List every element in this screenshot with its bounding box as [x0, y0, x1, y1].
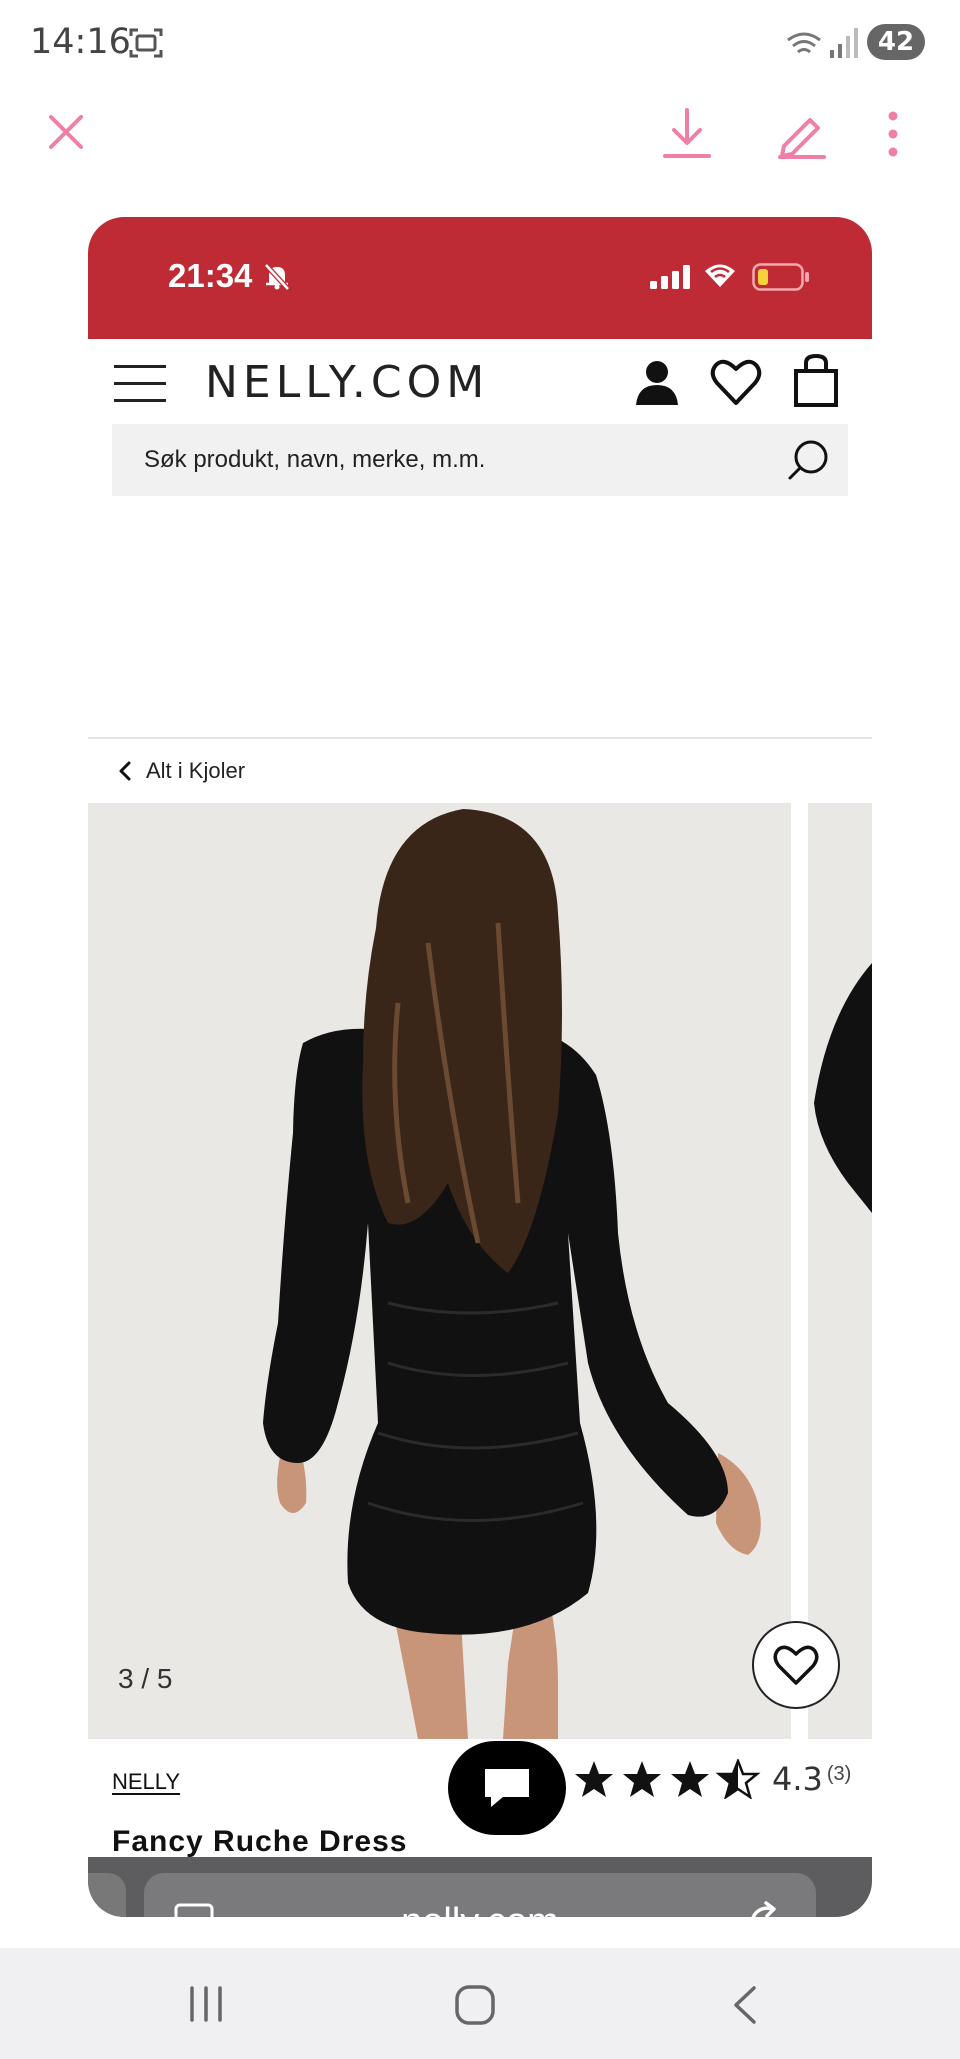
wishlist-heart-icon[interactable] — [710, 357, 762, 407]
rating-count: (3) — [826, 1762, 852, 1785]
url-text: nelly.com — [144, 1901, 816, 1917]
address-bar[interactable]: nelly.com — [144, 1873, 816, 1917]
site-logo[interactable]: NELLY.COM — [205, 357, 489, 408]
system-navigation-bar — [0, 1948, 960, 2059]
embedded-screenshot: 21:34 NELLY.COM Søk produkt, navn, merke… — [88, 217, 872, 1917]
search-input[interactable] — [112, 424, 772, 496]
breadcrumb[interactable]: Alt i Kjoler — [118, 756, 245, 786]
ios-status-bar: 21:34 — [88, 217, 872, 339]
chat-button[interactable] — [448, 1741, 566, 1835]
product-rating[interactable]: 4.3 (3) — [574, 1759, 851, 1799]
gallery-counter: 3 / 5 — [118, 1663, 173, 1694]
viewer-toolbar — [0, 86, 960, 186]
heart-icon — [773, 1645, 819, 1685]
cellular-signal-icon — [650, 265, 690, 289]
device-time: 14:16 — [30, 22, 131, 62]
more-vertical-icon[interactable] — [886, 110, 900, 158]
home-icon[interactable] — [454, 1984, 496, 2026]
product-title: Fancy Ruche Dress — [112, 1825, 408, 1858]
shopping-bag-icon[interactable] — [792, 353, 840, 409]
recent-apps-icon[interactable] — [186, 1984, 226, 2024]
download-icon[interactable] — [662, 108, 712, 160]
product-info: NELLY 4.3 (3) Fancy Ruche Dress — [88, 1739, 872, 1858]
close-icon[interactable] — [48, 114, 84, 150]
breadcrumb-label: Alt i Kjoler — [146, 758, 246, 783]
device-status-bar: 14:16 42 — [0, 0, 960, 86]
product-brand-link[interactable]: NELLY — [112, 1769, 180, 1795]
battery-icon — [752, 263, 809, 291]
chevron-left-icon — [119, 761, 131, 781]
add-to-wishlist-button[interactable] — [752, 1621, 840, 1709]
safari-toolbar: nelly.com — [88, 1857, 872, 1917]
search-bar — [112, 424, 848, 496]
account-icon[interactable] — [632, 357, 682, 407]
bell-muted-icon — [264, 263, 290, 291]
screenshot-icon — [129, 28, 163, 58]
edit-icon[interactable] — [776, 108, 828, 160]
chat-bubble-icon — [485, 1769, 529, 1807]
product-gallery[interactable]: 3 / 5 — [88, 803, 872, 1739]
header-divider — [88, 737, 872, 739]
product-photo — [263, 809, 761, 1739]
wifi-icon — [705, 264, 735, 287]
ios-time: 21:34 — [168, 257, 253, 294]
search-icon[interactable] — [786, 438, 830, 482]
wifi-signal-icon — [787, 28, 858, 58]
menu-icon[interactable] — [114, 365, 166, 403]
product-image[interactable]: 3 / 5 — [88, 803, 791, 1739]
rating-value: 4.3 — [772, 1760, 823, 1798]
previous-tab-peek[interactable] — [88, 1873, 126, 1917]
next-product-image[interactable] — [808, 803, 872, 1739]
back-nav-icon[interactable] — [730, 1984, 760, 2026]
site-header: NELLY.COM — [88, 339, 872, 539]
reload-icon[interactable] — [746, 1901, 788, 1917]
star-rating-icon — [575, 1759, 761, 1799]
next-product-photo — [814, 963, 872, 1213]
battery-level: 42 — [867, 24, 925, 60]
